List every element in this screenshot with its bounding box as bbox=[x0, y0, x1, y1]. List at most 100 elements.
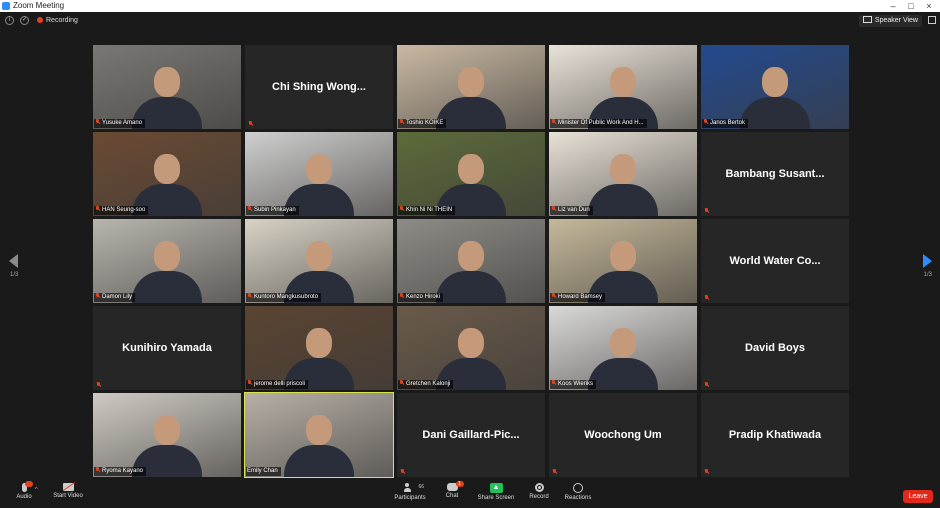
next-page-arrow-icon[interactable] bbox=[923, 254, 932, 268]
participant-tile[interactable]: Howard Bamsey bbox=[549, 219, 697, 303]
participant-tile[interactable]: Bambang Susant... bbox=[701, 132, 849, 216]
participant-name-tag: Khin Ni Ni THEIN bbox=[398, 206, 456, 215]
participant-tile[interactable]: Kunihiro Yamada bbox=[93, 306, 241, 390]
participant-name: Koos Wieriks bbox=[558, 381, 594, 387]
participant-tile[interactable]: World Water Co... bbox=[701, 219, 849, 303]
participant-tile[interactable]: jerome delli priscoli bbox=[245, 306, 393, 390]
participant-name: jerome delli priscoli bbox=[254, 381, 306, 387]
zoom-logo-icon bbox=[2, 2, 10, 10]
participant-name: Howard Bamsey bbox=[558, 294, 603, 300]
participant-silhouette bbox=[132, 241, 202, 303]
participant-tile[interactable]: Liz van Dun bbox=[549, 132, 697, 216]
recording-indicator[interactable]: Recording bbox=[37, 16, 78, 25]
share-screen-button[interactable]: Share Screen bbox=[472, 483, 520, 501]
participant-silhouette bbox=[588, 328, 658, 390]
participants-button[interactable]: 66 Participants bbox=[386, 483, 434, 501]
recording-dot-icon bbox=[37, 17, 43, 23]
leave-button[interactable]: Leave bbox=[903, 490, 933, 503]
speaker-view-label: Speaker View bbox=[874, 17, 918, 24]
participant-tile[interactable]: Dani Gaillard-Pic... bbox=[397, 393, 545, 477]
participant-tile[interactable]: Woochong Um bbox=[549, 393, 697, 477]
participant-tile[interactable]: Chi Shing Wong... bbox=[245, 45, 393, 129]
reactions-smiley-icon bbox=[573, 483, 583, 493]
participant-tile[interactable]: Emily Chan bbox=[244, 392, 394, 478]
participant-tile[interactable]: Ryoma Kayano bbox=[93, 393, 241, 477]
participant-tile[interactable]: Subin Pinkayan bbox=[245, 132, 393, 216]
participant-name: Toshio KOIKE bbox=[406, 120, 444, 126]
participant-tile[interactable]: HAN Seung-soo bbox=[93, 132, 241, 216]
mic-muted-icon bbox=[95, 119, 100, 125]
participant-name: Subin Pinkayan bbox=[254, 207, 296, 213]
audio-options-chevron-icon[interactable]: ^ bbox=[35, 487, 38, 493]
participant-tile[interactable]: Kenzo Hiroki bbox=[397, 219, 545, 303]
participants-count: 66 bbox=[418, 484, 424, 490]
reactions-button[interactable]: Reactions bbox=[554, 483, 602, 501]
participant-name: Minister Of Public Work And H... bbox=[558, 120, 644, 126]
participant-tile[interactable]: Kuntoro Mangkusubroto bbox=[245, 219, 393, 303]
participants-icon: 66 bbox=[404, 483, 424, 493]
record-label: Record bbox=[529, 494, 549, 500]
mic-muted-icon bbox=[704, 295, 709, 301]
audio-muted-badge bbox=[24, 481, 33, 487]
participant-name: Liz van Dun bbox=[558, 207, 590, 213]
participant-tile[interactable]: Yusuke Amano bbox=[93, 45, 241, 129]
participant-name-tag: Koos Wieriks bbox=[550, 380, 597, 389]
participant-name-tag: Kenzo Hiroki bbox=[398, 293, 444, 302]
participant-name: Yusuke Amano bbox=[102, 120, 143, 126]
mic-muted-icon bbox=[399, 380, 404, 386]
start-video-button[interactable]: Start Video bbox=[44, 483, 92, 499]
participant-tile[interactable]: Minister Of Public Work And H... bbox=[549, 45, 697, 129]
maximize-icon[interactable]: □ bbox=[904, 0, 918, 12]
participant-tile[interactable]: Koos Wieriks bbox=[549, 306, 697, 390]
share-screen-label: Share Screen bbox=[477, 495, 515, 501]
chat-bubble-icon: 1 bbox=[446, 481, 464, 491]
recording-label: Recording bbox=[46, 17, 78, 24]
meeting-info-icon[interactable]: i bbox=[5, 16, 14, 25]
security-shield-icon[interactable]: ✓ bbox=[20, 16, 29, 25]
participant-tile[interactable]: Janos Bertok bbox=[701, 45, 849, 129]
participant-silhouette bbox=[588, 154, 658, 216]
participant-name-tag: Toshio KOIKE bbox=[398, 119, 447, 128]
mic-muted-icon bbox=[704, 382, 709, 388]
view-grid-icon bbox=[862, 16, 872, 23]
participant-tile[interactable]: Toshio KOIKE bbox=[397, 45, 545, 129]
participant-name-tag: Minister Of Public Work And H... bbox=[550, 119, 647, 128]
participant-name: Pradip Khatiwada bbox=[728, 429, 822, 441]
reactions-label: Reactions bbox=[564, 495, 592, 501]
participant-name: Woochong Um bbox=[584, 429, 662, 441]
participant-tile[interactable]: Damon Lily bbox=[93, 219, 241, 303]
mic-muted-icon bbox=[95, 293, 100, 299]
chat-button[interactable]: 1 Chat bbox=[428, 481, 476, 499]
audio-button[interactable]: Audio bbox=[0, 481, 48, 500]
participant-tile[interactable]: David Boys bbox=[701, 306, 849, 390]
participant-name-tag: Gretchen Kalonji bbox=[398, 380, 454, 389]
fullscreen-icon[interactable] bbox=[928, 16, 936, 24]
participant-tile[interactable]: Gretchen Kalonji bbox=[397, 306, 545, 390]
mic-muted-icon bbox=[551, 119, 556, 125]
mic-muted-icon bbox=[399, 293, 404, 299]
start-video-label: Start Video bbox=[53, 493, 83, 499]
page-indicator-right: 1/3 bbox=[923, 272, 932, 278]
participant-name-tag: Kuntoro Mangkusubroto bbox=[246, 293, 322, 302]
participant-tile[interactable]: Khin Ni Ni THEIN bbox=[397, 132, 545, 216]
participant-name-tag: HAN Seung-soo bbox=[94, 206, 149, 215]
participant-name: Damon Lily bbox=[102, 294, 133, 300]
minimize-icon[interactable]: – bbox=[886, 0, 900, 12]
mic-muted-icon bbox=[551, 380, 556, 386]
previous-page-arrow-icon[interactable] bbox=[9, 254, 18, 268]
participant-name: Emily Chan bbox=[247, 468, 278, 474]
participant-name-tag: Damon Lily bbox=[94, 293, 136, 302]
speaker-view-button[interactable]: Speaker View bbox=[858, 15, 922, 27]
participant-tile[interactable]: Pradip Khatiwada bbox=[701, 393, 849, 477]
mic-muted-icon bbox=[95, 467, 100, 473]
window-title: Zoom Meeting bbox=[13, 1, 65, 10]
participant-name: Kuntoro Mangkusubroto bbox=[254, 294, 319, 300]
close-icon[interactable]: × bbox=[922, 0, 936, 12]
participant-name: HAN Seung-soo bbox=[102, 207, 146, 213]
participant-name: Gretchen Kalonji bbox=[406, 381, 451, 387]
participant-name: Kunihiro Yamada bbox=[122, 342, 212, 354]
participant-name-tag: Yusuke Amano bbox=[94, 119, 146, 128]
participant-name: Kenzo Hiroki bbox=[406, 294, 441, 300]
participant-name: David Boys bbox=[745, 342, 805, 354]
participant-name: World Water Co... bbox=[729, 255, 821, 267]
